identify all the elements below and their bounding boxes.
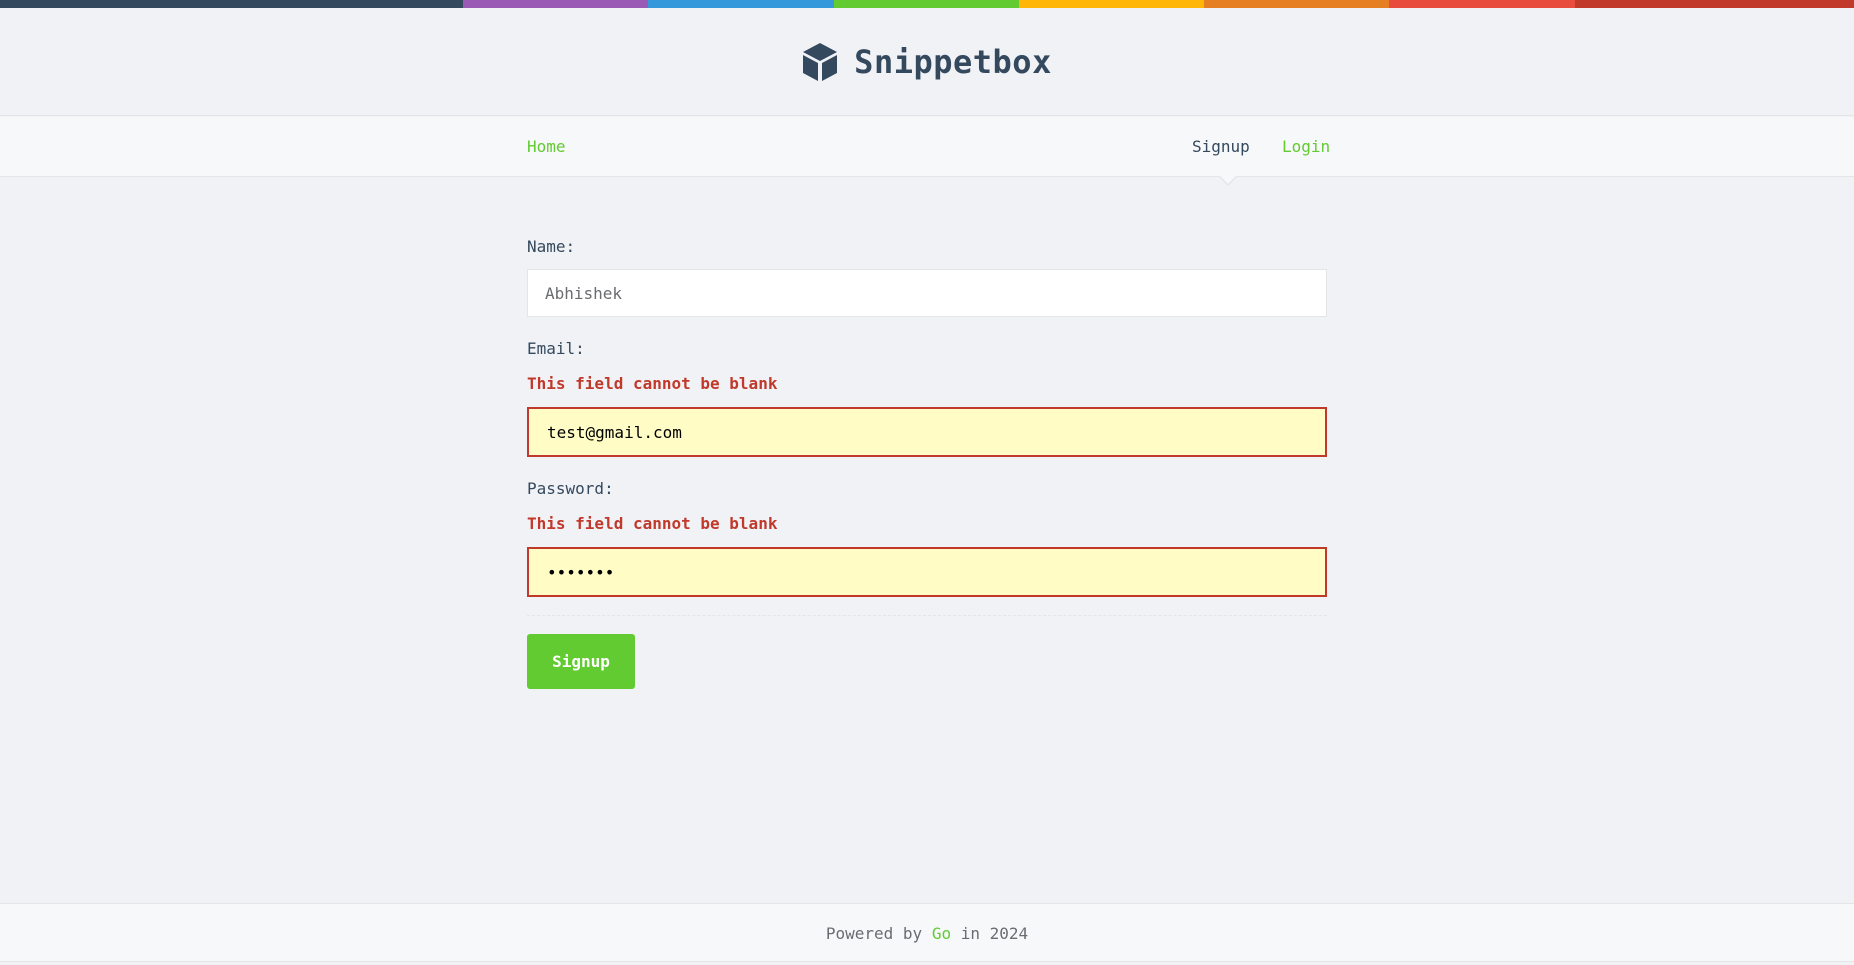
email-input[interactable] — [527, 407, 1327, 457]
email-error: This field cannot be blank — [527, 374, 778, 393]
nav-signup-link[interactable]: Signup — [1192, 117, 1250, 177]
brand-logo[interactable]: Snippetbox — [0, 42, 1854, 82]
footer-prefix: Powered by — [825, 924, 923, 943]
main-nav: Home Signup Login — [0, 117, 1854, 186]
name-input[interactable] — [527, 269, 1327, 317]
signup-button[interactable]: Signup — [527, 634, 635, 689]
stripe-segment — [0, 0, 463, 8]
stripe-segment — [1204, 0, 1389, 8]
footer-suffix: in 2024 — [960, 924, 1029, 943]
site-footer: Powered by Go in 2024 — [0, 903, 1854, 962]
stripe-segment — [1389, 0, 1575, 8]
password-label: Password: — [527, 479, 614, 498]
nav-home-link[interactable]: Home — [527, 117, 566, 177]
nav-login-link[interactable]: Login — [1282, 117, 1330, 177]
stripe-segment — [834, 0, 1019, 8]
stripe-segment — [1019, 0, 1204, 8]
stripe-segment — [648, 0, 834, 8]
password-error: This field cannot be blank — [527, 514, 778, 533]
footer-go-link[interactable]: Go — [932, 924, 951, 943]
password-input[interactable] — [527, 547, 1327, 597]
active-nav-indicator — [1218, 175, 1238, 186]
form-divider — [527, 615, 1327, 616]
color-stripe — [0, 0, 1854, 8]
cube-icon — [802, 42, 838, 82]
stripe-segment — [1575, 0, 1854, 8]
site-title: Snippetbox — [854, 43, 1052, 81]
site-header: Snippetbox — [0, 8, 1854, 116]
email-label: Email: — [527, 339, 585, 358]
stripe-segment — [463, 0, 648, 8]
name-label: Name: — [527, 237, 576, 256]
